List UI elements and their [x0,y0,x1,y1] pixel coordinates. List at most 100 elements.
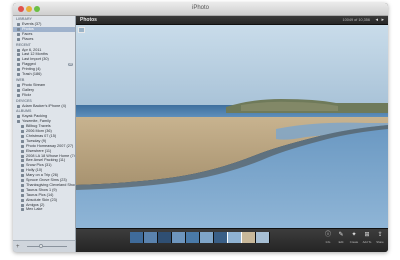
sidebar-item-label: Snow Pics (31) [26,163,52,168]
sidebar-list: LIBRARY Events (37) Photos Faces Places RECEN… [13,17,75,212]
slider-knob[interactable] [39,244,43,248]
filmstrip-thumbnail[interactable] [186,232,199,243]
thumbnail-corner-icon [78,27,85,33]
sidebar-item-label: Billbug Travels [26,124,51,129]
album-icon [21,198,24,202]
photostream-icon [17,83,20,87]
album-icon [21,149,24,153]
album-icon [21,130,24,134]
filmstrip[interactable] [130,232,270,243]
album-icon [21,144,24,148]
add-to-button[interactable]: ⊞ Add To [361,232,373,244]
events-icon [17,23,20,26]
next-arrow-icon[interactable]: ▸ [381,17,384,23]
viewer-title: Photos [80,17,97,23]
share-button[interactable]: ⇪ Share [374,232,386,244]
sidebar-item-label: Last Import (30) [22,57,49,62]
filmstrip-thumbnail[interactable] [144,232,157,243]
sidebar-item-label: Adam Backer's iPhone (4) [22,103,66,108]
filmstrip-thumbnail[interactable] [130,232,143,243]
filmstrip-thumbnail[interactable] [200,232,213,243]
album-icon [21,159,24,163]
album-icon [21,208,24,212]
sidebar-item-label: Printing (4) [22,67,41,72]
album-icon [21,179,24,183]
sidebar-item-label: Yosemite, Family [22,119,51,124]
create-icon: ✦ [351,232,357,238]
sidebar-item-label: Taurus Pics (14) [26,192,54,197]
tool-label: Add To [362,240,372,244]
photo-viewer[interactable] [76,25,388,228]
sidebar-item-label: Flickr [22,92,32,97]
sidebar-item[interactable]: Trash (186) [13,72,75,77]
album-icon [21,169,24,173]
filmstrip-thumbnail[interactable] [172,232,185,243]
sidebar-item[interactable]: Flickr [13,93,75,98]
add-album-button[interactable]: + [16,244,20,250]
album-icon [21,203,24,207]
filmstrip-thumbnail[interactable] [242,232,255,243]
add-to-icon: ⊞ [364,232,370,238]
sidebar-item-label: 2008 LA 18 Whose Home (74) [26,153,76,158]
tool-label: Edit [338,240,344,244]
thumbnail-size-slider[interactable] [27,246,67,247]
tool-label: Info [325,240,331,244]
sidebar-item-label: Tuesday (9) [26,138,47,143]
flickr-icon [17,93,20,97]
info-button[interactable]: ⓘ Info [322,232,334,244]
print-icon [17,68,20,72]
previous-arrow-icon[interactable]: ◂ [375,17,378,23]
sidebar-item[interactable]: Places [13,37,75,42]
trash-icon [17,73,20,77]
source-list-sidebar: LIBRARY Events (37) Photos Faces Places RECEN… [13,16,76,252]
sidebar-item-label: Faces [22,31,33,36]
album-icon [21,135,24,139]
filmstrip-thumbnail[interactable] [214,232,227,243]
sidebar-item-label: Thanksgiving Cleveland Shows (56) [26,182,75,187]
sidebar-item-label: Places [22,36,34,41]
filmstrip-thumbnail[interactable] [256,232,269,243]
import-icon [17,58,20,62]
count-badge: 22 [68,63,73,67]
iphone-icon [17,104,20,108]
album-icon [21,139,24,143]
flag-icon [17,63,20,67]
sidebar-item-label: Elsewhere (11) [26,148,52,153]
iphoto-window: iPhoto LIBRARY Events (37) Photos Faces Plac… [13,3,388,252]
album-icon [21,125,24,129]
folder-icon [17,115,20,119]
event-icon [17,48,20,52]
share-icon: ⇪ [377,232,383,238]
sidebar-item-label: Holly (10) [26,168,43,173]
sidebar-item-label: Trash (186) [22,72,42,77]
photos-icon [17,27,20,31]
filmstrip-thumbnail[interactable] [227,232,242,243]
sidebar-item-label: Photo Stream [22,82,46,87]
create-button[interactable]: ✦ Create [348,232,360,244]
sidebar-item[interactable]: Adam Backer's iPhone (4) [13,104,75,109]
sidebar-item[interactable]: Mex Lake [13,207,75,212]
beach-photo [76,25,388,228]
sidebar-item-label: Apr 6, 2011 [22,47,42,52]
sidebar-item-label: Kayak Packing [22,114,48,119]
sidebar-item-label: Mex Lake [26,207,43,212]
faces-icon [17,32,20,36]
tool-label: Create [349,240,359,244]
sidebar-bottom-bar: + [13,240,75,252]
photo-counter: 10049 of 10,356 [342,18,370,22]
places-icon [17,37,20,41]
album-icon [21,193,24,197]
window-title: iPhoto [191,5,209,11]
edit-icon: ✎ [338,232,344,238]
sidebar-item-label: Bee Ansel Packing (11) [26,158,66,163]
sidebar-item-label: Taurus Show 1 (9) [26,187,57,192]
folder-icon [17,120,20,124]
album-icon [21,154,24,158]
album-icon [21,188,24,192]
tool-label: Share [376,240,384,244]
edit-button[interactable]: ✎ Edit [335,232,347,244]
filmstrip-thumbnail[interactable] [158,232,171,243]
bottom-toolbar: ⓘ Info ✎ Edit ✦ Create ⊞ Add To ⇪ Share [76,228,388,252]
viewer-header: Photos 10049 of 10,356 ◂ ▸ [76,16,388,25]
info-icon: ⓘ [324,232,331,238]
